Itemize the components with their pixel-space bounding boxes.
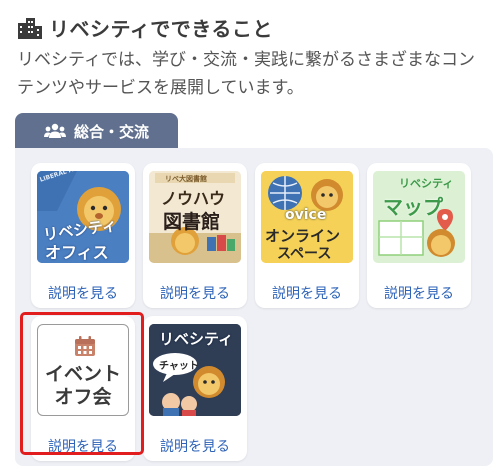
map-title: マップ	[383, 195, 443, 219]
building-icon	[18, 17, 42, 39]
card-library-link[interactable]: 説明を見る	[143, 283, 247, 303]
section-description: リベシティでは、学び・交流・実践に繋がるさまざまなコンテンツやサービスを展開して…	[17, 50, 475, 98]
section-title: リベシティでできること	[49, 17, 273, 41]
office-thumbnail[interactable]: LIBERAL ARTS CITY リベシティ オフィス	[37, 171, 129, 263]
section-header: リベシティでできること	[17, 13, 273, 42]
map-thumbnail[interactable]: リベシティ マップ	[373, 171, 465, 263]
library-title: ノウハウ	[161, 189, 226, 208]
selection-highlight	[20, 312, 144, 455]
chat-top-text: リベシティ	[159, 330, 234, 348]
map-top-text: リベシティ	[399, 177, 454, 190]
card-chat-link[interactable]: 説明を見る	[143, 436, 247, 456]
card-map[interactable]: リベシティ マップ 説明を見る	[367, 163, 471, 308]
library-thumbnail[interactable]: リベ大図書館 ノウハウ 図書館	[149, 171, 241, 263]
tab-label: 総合・交流	[73, 122, 149, 141]
card-map-link[interactable]: 説明を見る	[367, 283, 471, 303]
card-chat[interactable]: リベシティ チャット 説明を見る	[143, 316, 247, 461]
card-library[interactable]: リベ大図書館 ノウハウ 図書館 説明を見る	[143, 163, 247, 308]
chat-thumbnail[interactable]: リベシティ チャット	[149, 324, 241, 416]
tab-general-exchange[interactable]: 総合・交流	[15, 113, 178, 149]
library-subtitle: 図書館	[163, 211, 221, 233]
ovice-subtitle: スペース	[277, 246, 332, 262]
chat-title: チャット	[159, 361, 199, 372]
office-subtitle: オフィス	[45, 243, 109, 262]
card-office[interactable]: LIBERAL ARTS CITY リベシティ オフィス 説明を見る	[31, 163, 135, 308]
library-top-text: リベ大図書館	[165, 175, 207, 183]
card-ovice[interactable]: ovice オンライン スペース 説明を見る	[255, 163, 359, 308]
people-icon	[43, 123, 66, 138]
ovice-thumbnail[interactable]: ovice オンライン スペース	[261, 171, 353, 263]
card-ovice-link[interactable]: 説明を見る	[255, 283, 359, 303]
ovice-top-text: ovice	[285, 207, 327, 223]
card-office-link[interactable]: 説明を見る	[31, 283, 135, 303]
